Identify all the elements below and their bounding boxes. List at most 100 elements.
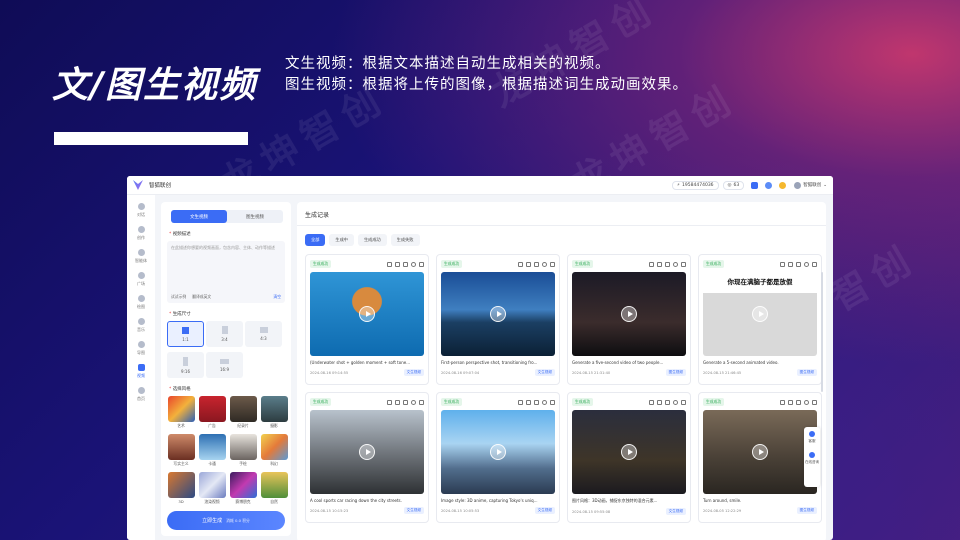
sidebar-item-agent[interactable]: 智能体: [127, 249, 155, 264]
prompt-textarea[interactable]: 在此描述你想要的视频画面，包含内容、主体、动作等描述 试试示例 翻译成英文 清空: [167, 241, 285, 303]
delete-icon[interactable]: [419, 261, 424, 267]
floating-service[interactable]: 客服 在线咨询: [804, 427, 820, 487]
share-icon[interactable]: [665, 399, 670, 405]
play-icon[interactable]: [752, 306, 768, 322]
copy-icon[interactable]: [649, 399, 654, 405]
style-option[interactable]: 3D: [167, 472, 195, 505]
download-icon[interactable]: [788, 261, 793, 267]
sidebar-item-music[interactable]: 音乐: [127, 318, 155, 333]
share-icon[interactable]: [403, 399, 408, 405]
video-card[interactable]: 生成成功 图片风格：3D动画，捕捉东京独特的混合元素... 2024-08-15…: [567, 392, 691, 523]
share-icon[interactable]: [796, 399, 801, 405]
delete-icon[interactable]: [812, 399, 817, 405]
download-icon[interactable]: [526, 399, 531, 405]
avatar[interactable]: [794, 181, 802, 189]
notification-icon[interactable]: [779, 181, 787, 189]
refresh-icon[interactable]: [411, 399, 416, 405]
example-button[interactable]: 试试示例: [171, 294, 186, 300]
play-icon[interactable]: [359, 444, 375, 460]
tab-text-to-video[interactable]: 文生视频: [171, 210, 227, 223]
sidebar-item-video[interactable]: 视频: [127, 364, 155, 379]
download-icon[interactable]: [395, 399, 400, 405]
style-option[interactable]: 渲染视频: [198, 472, 226, 505]
generate-button[interactable]: 立即生成 消耗 0.0 积分: [167, 511, 285, 530]
refresh-icon[interactable]: [542, 261, 547, 267]
scrollbar[interactable]: [821, 272, 823, 392]
share-icon[interactable]: [534, 399, 539, 405]
video-thumbnail[interactable]: 你现在满脑子都是放假: [703, 272, 817, 356]
delete-icon[interactable]: [812, 261, 817, 267]
video-thumbnail[interactable]: [441, 272, 555, 356]
sidebar-item-mindmap[interactable]: 导图: [127, 341, 155, 356]
phone-badge[interactable]: ⚡ 19584474036: [671, 180, 719, 190]
video-card[interactable]: 生成成功 (Underwater shot + golden moment + …: [305, 254, 429, 385]
refresh-icon[interactable]: [804, 399, 809, 405]
copy-icon[interactable]: [780, 399, 785, 405]
style-option[interactable]: 纪录片: [229, 396, 257, 429]
style-option[interactable]: 赛博朋克: [229, 472, 257, 505]
refresh-icon[interactable]: [673, 399, 678, 405]
style-option[interactable]: 手绘: [229, 434, 257, 467]
filter-failed[interactable]: 生成失败: [390, 234, 420, 246]
play-icon[interactable]: [359, 306, 375, 322]
username[interactable]: 智狐联创: [803, 182, 821, 188]
size-option-3-4[interactable]: 3:4: [206, 321, 243, 347]
video-card[interactable]: 生成成功 Image style: 3D anime, capturing To…: [436, 392, 560, 523]
refresh-icon[interactable]: [673, 261, 678, 267]
size-option-16-9[interactable]: 16:9: [206, 352, 243, 378]
filter-generating[interactable]: 生成中: [329, 234, 354, 246]
video-thumbnail[interactable]: [572, 272, 686, 356]
play-icon[interactable]: [490, 306, 506, 322]
video-card[interactable]: 生成成功 A cool sports car racing down the c…: [305, 392, 429, 523]
delete-icon[interactable]: [550, 261, 555, 267]
style-option[interactable]: 卡通: [198, 434, 226, 467]
size-option-4-3[interactable]: 4:3: [245, 321, 282, 347]
sidebar-item-home[interactable]: 首页: [127, 387, 155, 402]
style-option[interactable]: 科幻: [260, 434, 288, 467]
sidebar-item-square[interactable]: 广场: [127, 272, 155, 287]
share-icon[interactable]: [534, 261, 539, 267]
video-thumbnail[interactable]: [703, 410, 817, 494]
play-icon[interactable]: [621, 444, 637, 460]
download-icon[interactable]: [526, 261, 531, 267]
download-icon[interactable]: [788, 399, 793, 405]
chevron-down-icon[interactable]: ⌄: [823, 183, 827, 188]
share-icon[interactable]: [665, 261, 670, 267]
refresh-icon[interactable]: [804, 261, 809, 267]
sidebar-item-create[interactable]: 创作: [127, 226, 155, 241]
sidebar-item-chat[interactable]: 对话: [127, 203, 155, 218]
play-icon[interactable]: [490, 444, 506, 460]
delete-icon[interactable]: [550, 399, 555, 405]
copy-icon[interactable]: [780, 261, 785, 267]
video-card[interactable]: 生成成功 Generate a five-second video of two…: [567, 254, 691, 385]
video-card[interactable]: 生成成功 你现在满脑子都是放假 Generate a 5-second anim…: [698, 254, 822, 385]
copy-icon[interactable]: [518, 399, 523, 405]
delete-icon[interactable]: [681, 399, 686, 405]
style-option[interactable]: 自然: [260, 472, 288, 505]
sidebar-item-draw[interactable]: 绘图: [127, 295, 155, 310]
share-icon[interactable]: [796, 261, 801, 267]
delete-icon[interactable]: [419, 399, 424, 405]
download-icon[interactable]: [657, 399, 662, 405]
share-icon[interactable]: [403, 261, 408, 267]
theme-icon[interactable]: [765, 181, 773, 189]
refresh-icon[interactable]: [411, 261, 416, 267]
video-thumbnail[interactable]: [310, 272, 424, 356]
copy-icon[interactable]: [387, 261, 392, 267]
clear-button[interactable]: 清空: [273, 294, 281, 300]
play-icon[interactable]: [621, 306, 637, 322]
style-option[interactable]: 广告: [198, 396, 226, 429]
download-icon[interactable]: [395, 261, 400, 267]
copy-icon[interactable]: [387, 399, 392, 405]
apps-icon[interactable]: [751, 181, 759, 189]
video-thumbnail[interactable]: [310, 410, 424, 494]
style-option[interactable]: 艺术: [167, 396, 195, 429]
copy-icon[interactable]: [649, 261, 654, 267]
style-option[interactable]: 摄影: [260, 396, 288, 429]
points-badge[interactable]: ◎ 63: [722, 180, 745, 190]
video-card[interactable]: 生成成功 First-person perspective shot, tran…: [436, 254, 560, 385]
tab-image-to-video[interactable]: 图生视频: [227, 210, 283, 223]
filter-success[interactable]: 生成成功: [357, 234, 387, 246]
filter-all[interactable]: 全部: [305, 234, 326, 246]
video-thumbnail[interactable]: [441, 410, 555, 494]
